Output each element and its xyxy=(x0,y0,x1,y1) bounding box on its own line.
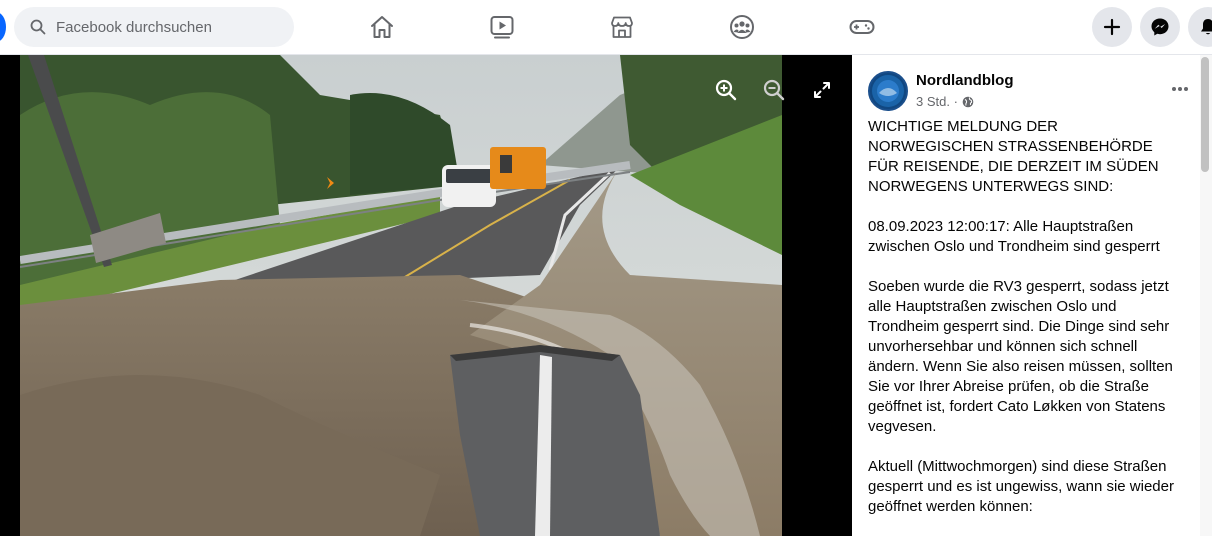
messenger-icon xyxy=(1151,18,1169,36)
post-photo[interactable] xyxy=(20,55,782,536)
author-name[interactable]: Nordlandblog xyxy=(916,72,1014,89)
post-text: WICHTIGE MELDUNG DER NORWEGISCHEN STRASS… xyxy=(868,117,1186,537)
notifications-button[interactable] xyxy=(1188,7,1212,47)
facebook-logo[interactable] xyxy=(0,12,6,42)
nav-home[interactable] xyxy=(342,8,422,46)
globe-icon xyxy=(962,96,974,108)
more-icon xyxy=(1172,87,1188,91)
create-button[interactable] xyxy=(1092,7,1132,47)
groups-icon xyxy=(730,15,754,39)
photo-viewer xyxy=(0,55,852,536)
search-box[interactable] xyxy=(14,7,294,47)
nav-marketplace[interactable] xyxy=(582,8,662,46)
nav-video[interactable] xyxy=(462,8,542,46)
fullscreen-icon xyxy=(814,82,830,98)
marketplace-icon xyxy=(611,16,633,38)
top-navigation-bar xyxy=(0,0,1212,55)
gaming-icon xyxy=(849,20,875,34)
author-avatar[interactable] xyxy=(868,71,908,111)
search-icon xyxy=(28,17,48,37)
nav-groups[interactable] xyxy=(702,8,782,46)
post-paragraph: Aktuell (Mittwochmorgen) sind diese Stra… xyxy=(868,458,1174,515)
home-icon xyxy=(371,16,393,38)
post-paragraph: WICHTIGE MELDUNG DER NORWEGISCHEN STRASS… xyxy=(868,118,1159,195)
post-panel: Nordlandblog 3 Std. · WICHTIGE MELDUNG D… xyxy=(852,55,1212,536)
video-icon xyxy=(490,16,514,39)
nav-gaming[interactable] xyxy=(822,8,902,46)
post-time[interactable]: 3 Std. · xyxy=(916,94,958,109)
search-input[interactable] xyxy=(56,18,276,36)
zoom-out-button[interactable] xyxy=(761,77,787,103)
scrollbar-thumb[interactable] xyxy=(1201,57,1209,172)
post-paragraph: 08.09.2023 12:00:17: Alle Hauptstraßen z… xyxy=(868,218,1160,255)
post-paragraph: Soeben wurde die RV3 gesperrt, sodass je… xyxy=(868,278,1173,435)
messenger-button[interactable] xyxy=(1140,7,1180,47)
plus-icon xyxy=(1103,18,1121,36)
zoom-out-icon xyxy=(763,79,785,101)
zoom-in-button[interactable] xyxy=(713,77,739,103)
zoom-in-icon xyxy=(715,79,737,101)
fullscreen-button[interactable] xyxy=(809,77,835,103)
post-meta: 3 Std. · xyxy=(916,94,974,109)
post-options-button[interactable] xyxy=(1168,79,1192,99)
notifications-icon xyxy=(1201,19,1212,35)
